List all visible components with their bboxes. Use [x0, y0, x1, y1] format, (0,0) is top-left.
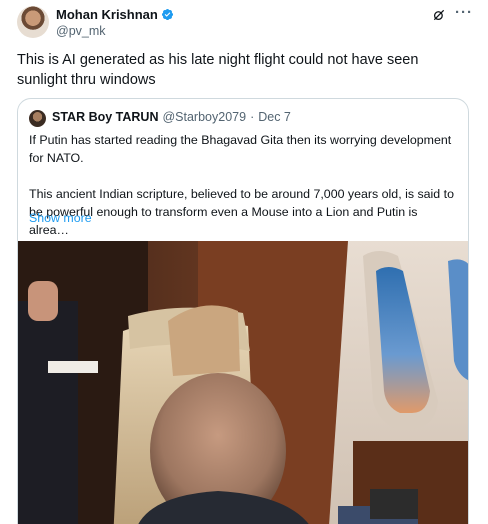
- verified-badge-icon: [161, 8, 173, 21]
- tweet-text: This is AI generated as his late night f…: [17, 52, 419, 88]
- quoted-author-handle: @Starboy2079: [162, 110, 247, 124]
- show-more-link[interactable]: Show more: [29, 211, 92, 225]
- quoted-author-name: STAR Boy TARUN: [52, 110, 159, 124]
- author-name[interactable]: Mohan Krishnan: [56, 7, 158, 22]
- cabin-photo: [18, 241, 468, 524]
- quoted-media-image[interactable]: [18, 241, 468, 524]
- tweet: Mohan Krishnan @pv_mk ··· This is AI gen…: [0, 0, 488, 524]
- quoted-header: STAR Boy TARUN @Starboy2079 · Dec 7: [52, 110, 291, 124]
- more-options-icon[interactable]: ···: [455, 4, 473, 21]
- author-handle[interactable]: @pv_mk: [56, 24, 106, 38]
- quoted-date: Dec 7: [258, 110, 291, 124]
- quoted-text: If Putin has started reading the Bhagava…: [29, 131, 459, 257]
- meta-separator: ·: [250, 110, 255, 124]
- quoted-author-avatar: [29, 110, 46, 127]
- author-name-row: Mohan Krishnan: [56, 7, 174, 22]
- author-avatar[interactable]: [17, 6, 49, 38]
- grok-icon[interactable]: [432, 8, 446, 22]
- quoted-paragraph: If Putin has started reading the Bhagava…: [29, 133, 452, 165]
- quoted-tweet[interactable]: STAR Boy TARUN @Starboy2079 · Dec 7 If P…: [17, 98, 469, 524]
- quoted-paragraph: This ancient Indian scripture, believed …: [29, 187, 454, 237]
